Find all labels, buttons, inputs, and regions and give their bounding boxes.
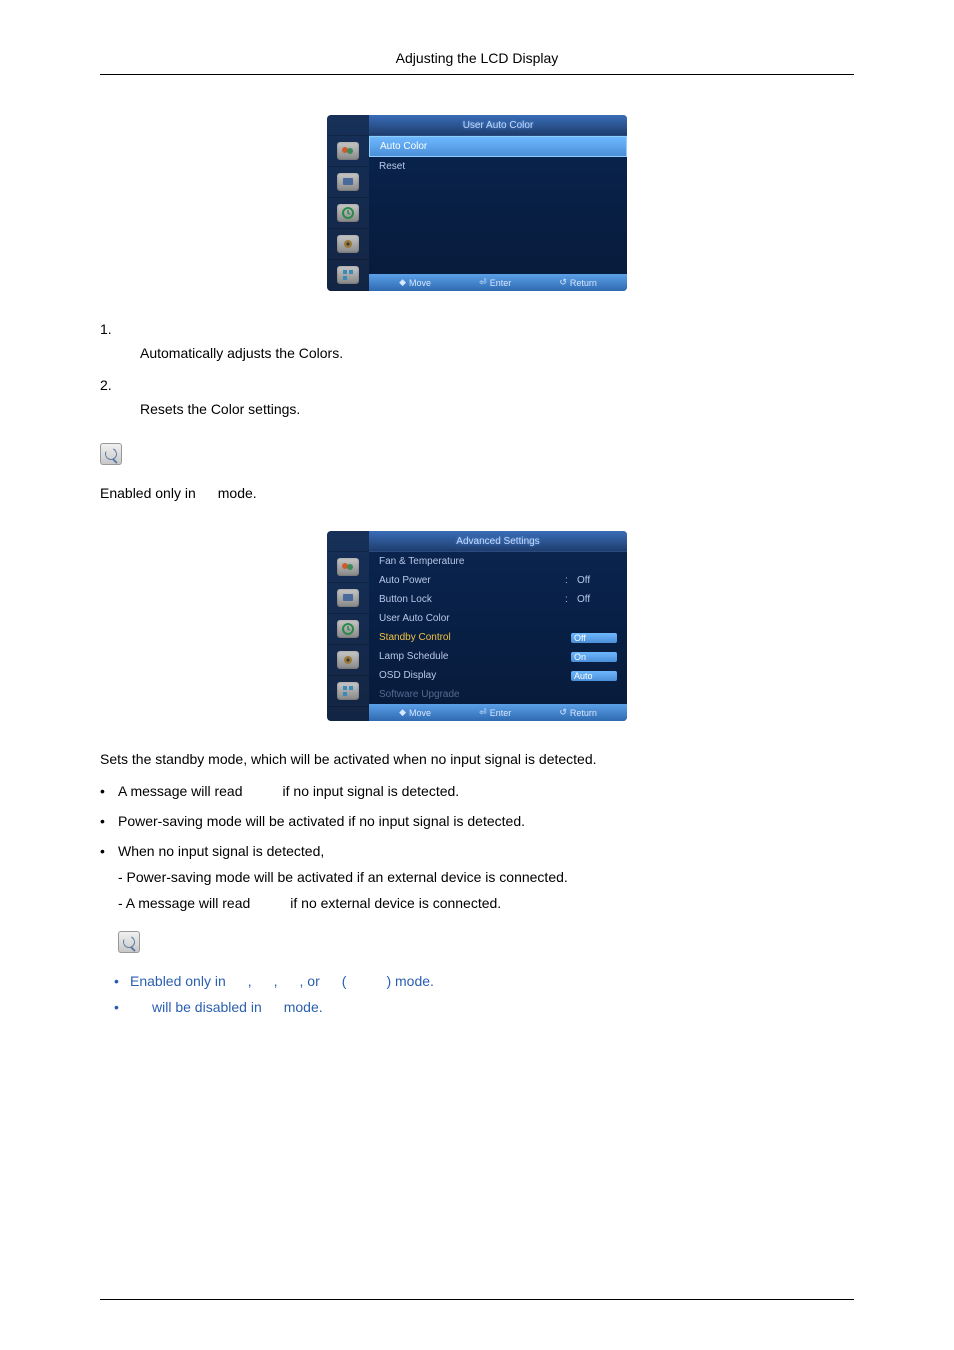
osd-content: User Auto Color Auto Color Reset ◆ Move … bbox=[369, 115, 627, 291]
list-text-1: Automatically adjusts the Colors. bbox=[140, 345, 854, 361]
osd-content: Advanced Settings Fan & Temperature Auto… bbox=[369, 531, 627, 721]
list-number-2: 2. bbox=[100, 377, 854, 393]
osd-row-auto-color[interactable]: Auto Color bbox=[369, 136, 627, 157]
enter-hint: ⏎ Enter bbox=[479, 277, 511, 288]
gear-icon bbox=[337, 651, 359, 669]
enter-hint: ⏎ Enter bbox=[479, 707, 511, 718]
standby-description: Sets the standby mode, which will be act… bbox=[100, 751, 854, 767]
osd-row-reset[interactable]: Reset bbox=[369, 157, 627, 176]
screen-icon bbox=[337, 173, 359, 191]
osd-row-user-auto-color[interactable]: User Auto Color bbox=[369, 609, 627, 628]
osd-row-button-lock[interactable]: Button Lock:Off bbox=[369, 590, 627, 609]
note-enabled-only: Enabled only inmode. bbox=[100, 485, 854, 501]
bullet-3-line1: When no input signal is detected, bbox=[118, 843, 854, 859]
osd-row-label: Auto Color bbox=[380, 141, 616, 152]
osd-row-standby-control[interactable]: Standby ControlOff bbox=[369, 628, 627, 647]
bullet-1-text: A message will readif no input signal is… bbox=[118, 783, 854, 799]
palette-icon bbox=[337, 142, 359, 160]
osd-row-osd-display[interactable]: OSD DisplayAuto bbox=[369, 666, 627, 685]
osd-title: User Auto Color bbox=[369, 115, 627, 136]
bullet-2-text: Power-saving mode will be activated if n… bbox=[118, 813, 854, 829]
clock-icon bbox=[337, 620, 359, 638]
return-hint: ↺ Return bbox=[559, 707, 597, 718]
grid-icon bbox=[337, 266, 359, 284]
note-icon bbox=[118, 931, 140, 953]
page: Adjusting the LCD Display User Auto Colo… bbox=[0, 0, 954, 1350]
osd-sidebar bbox=[327, 531, 369, 721]
osd-row-auto-power[interactable]: Auto Power:Off bbox=[369, 571, 627, 590]
note2-line1: Enabled only in,,, or() mode. bbox=[100, 973, 854, 989]
osd-title: Advanced Settings bbox=[369, 531, 627, 552]
osd-advanced-settings: Advanced Settings Fan & Temperature Auto… bbox=[327, 531, 627, 721]
list-text-2: Resets the Color settings. bbox=[140, 401, 854, 417]
screen-icon bbox=[337, 589, 359, 607]
clock-icon bbox=[337, 204, 359, 222]
move-hint: ◆ Move bbox=[399, 707, 431, 718]
bullet-3-line3: - A message will readif no external devi… bbox=[118, 895, 854, 911]
return-hint: ↺ Return bbox=[559, 277, 597, 288]
osd-row-lamp-schedule[interactable]: Lamp ScheduleOn bbox=[369, 647, 627, 666]
note-icon bbox=[100, 443, 122, 465]
footer-divider bbox=[100, 1299, 854, 1300]
osd-row-software-upgrade: Software Upgrade bbox=[369, 685, 627, 704]
gear-icon bbox=[337, 235, 359, 253]
bullet-3-line2: - Power-saving mode will be activated if… bbox=[118, 869, 854, 885]
note2-line2: will be disabled inmode. bbox=[100, 999, 854, 1015]
palette-icon bbox=[337, 558, 359, 576]
page-header: Adjusting the LCD Display bbox=[100, 50, 854, 75]
osd-row-fan-temp[interactable]: Fan & Temperature bbox=[369, 552, 627, 571]
note-icon-wrapper bbox=[118, 921, 854, 963]
osd-footer: ◆ Move ⏎ Enter ↺ Return bbox=[369, 274, 627, 291]
osd-user-auto-color: User Auto Color Auto Color Reset ◆ Move … bbox=[327, 115, 627, 291]
osd-row-label: Reset bbox=[379, 161, 617, 172]
grid-icon bbox=[337, 682, 359, 700]
list-number-1: 1. bbox=[100, 321, 854, 337]
osd-sidebar bbox=[327, 115, 369, 291]
osd-footer: ◆ Move ⏎ Enter ↺ Return bbox=[369, 704, 627, 721]
move-hint: ◆ Move bbox=[399, 277, 431, 288]
